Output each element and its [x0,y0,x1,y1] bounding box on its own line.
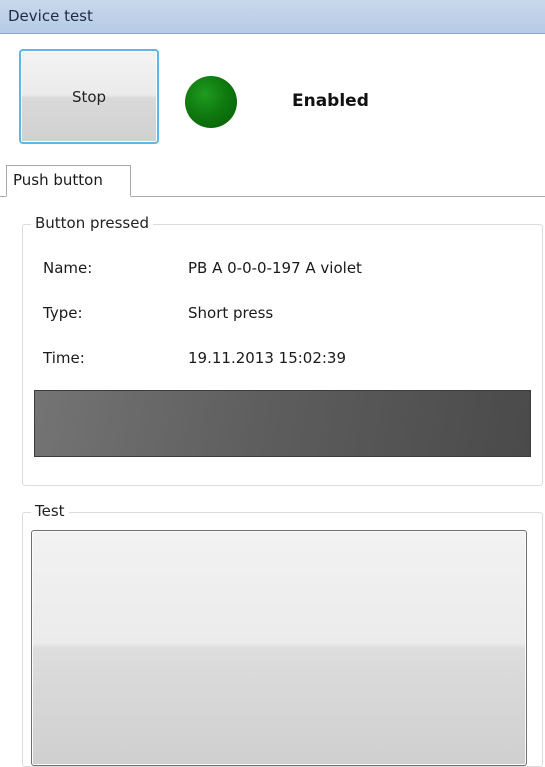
name-label: Name: [43,259,93,277]
button-color-swatch [34,390,531,457]
status-indicator-icon [185,76,237,128]
stop-button[interactable]: Stop [19,49,159,144]
test-group: Test [22,502,543,767]
type-value: Short press [188,304,274,322]
title-bar: Device test [0,0,545,34]
type-label: Type: [43,304,83,322]
time-value: 19.11.2013 15:02:39 [188,349,347,367]
test-legend: Test [31,502,69,520]
window-title: Device test [8,7,93,25]
name-value: PB A 0-0-0-197 A violet [188,259,362,277]
tab-label: Push button [13,171,103,189]
status-text: Enabled [292,91,369,111]
test-button[interactable] [31,530,527,766]
button-pressed-legend: Button pressed [31,214,153,232]
tab-push-button[interactable]: Push button [6,165,131,197]
time-label: Time: [43,349,85,367]
stop-button-label: Stop [71,87,107,106]
button-pressed-group: Button pressed Name: PB A 0-0-0-197 A vi… [22,214,543,486]
